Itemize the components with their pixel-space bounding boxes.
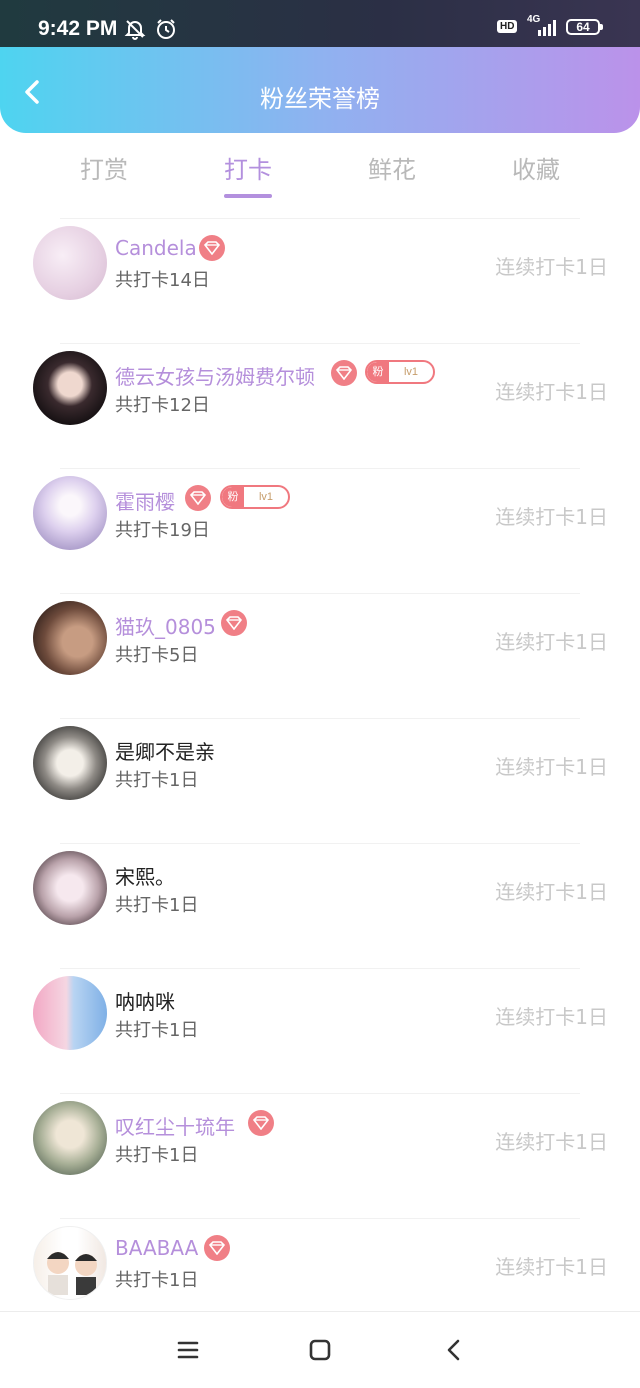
- fan-name: Candela: [115, 236, 197, 260]
- fan-name: 猫玖_0805: [115, 615, 216, 639]
- total-checkins: 共打卡1日: [115, 1020, 199, 1041]
- checkin-streak: 连续打卡1日: [495, 505, 608, 529]
- divider: [60, 968, 580, 969]
- fan-badge-level: lv1: [258, 491, 274, 503]
- system-nav-bar: [0, 1311, 640, 1388]
- total-checkins: 共打卡1日: [115, 1270, 199, 1291]
- fan-ranking-list: Candela 共打卡14日 连续打卡1日 德云女孩与汤姆费尔顿 粉 lv1 共…: [0, 218, 640, 1343]
- tab-flowers[interactable]: 鲜花: [342, 150, 442, 185]
- menu-icon: [177, 1341, 199, 1359]
- avatar[interactable]: [33, 976, 107, 1050]
- divider: [60, 718, 580, 719]
- total-checkins: 共打卡1日: [115, 1145, 199, 1166]
- home-square-icon: [309, 1339, 331, 1361]
- fan-name: 宋熙。: [115, 865, 175, 889]
- divider: [60, 843, 580, 844]
- fan-badge-label: 粉: [367, 362, 389, 382]
- avatar[interactable]: [33, 1226, 107, 1300]
- bell-muted-icon: [124, 18, 146, 44]
- checkin-streak: 连续打卡1日: [495, 380, 608, 404]
- list-item[interactable]: 叹红尘十琉年 共打卡1日 连续打卡1日: [0, 1093, 640, 1218]
- tab-checkin[interactable]: 打卡: [198, 150, 298, 185]
- battery-icon: 64: [566, 19, 603, 35]
- diamond-icon: [331, 360, 357, 386]
- divider: [60, 1218, 580, 1219]
- header-bar: 粉丝荣誉榜: [0, 47, 640, 133]
- fan-name: 是卿不是亲: [115, 740, 215, 764]
- avatar[interactable]: [33, 1101, 107, 1175]
- checkin-streak: 连续打卡1日: [495, 755, 608, 779]
- tab-favorites[interactable]: 收藏: [486, 150, 586, 185]
- diamond-icon: [248, 1110, 274, 1136]
- checkin-streak: 连续打卡1日: [495, 630, 608, 654]
- home-button[interactable]: [306, 1336, 334, 1364]
- checkin-streak: 连续打卡1日: [495, 255, 608, 279]
- checkin-streak: 连续打卡1日: [495, 1255, 608, 1279]
- system-back-button[interactable]: [440, 1336, 468, 1364]
- total-checkins: 共打卡5日: [115, 645, 199, 666]
- avatar[interactable]: [33, 476, 107, 550]
- divider: [60, 593, 580, 594]
- list-item[interactable]: 德云女孩与汤姆费尔顿 粉 lv1 共打卡12日 连续打卡1日: [0, 343, 640, 468]
- avatar[interactable]: [33, 726, 107, 800]
- checkin-streak: 连续打卡1日: [495, 880, 608, 904]
- avatar[interactable]: [33, 601, 107, 675]
- total-checkins: 共打卡1日: [115, 895, 199, 916]
- total-checkins: 共打卡14日: [115, 270, 210, 291]
- tab-bar: 打赏 打卡 鲜花 收藏: [0, 150, 640, 200]
- avatar[interactable]: [33, 351, 107, 425]
- total-checkins: 共打卡1日: [115, 770, 199, 791]
- list-item[interactable]: 呐呐咪 共打卡1日 连续打卡1日: [0, 968, 640, 1093]
- page-title: 粉丝荣誉榜: [260, 85, 380, 113]
- list-item[interactable]: 猫玖_0805 共打卡5日 连续打卡1日: [0, 593, 640, 718]
- fan-name: 霍雨樱: [115, 490, 175, 514]
- avatar-cartoon-icon: [47, 1252, 97, 1295]
- fan-level-badge: 粉 lv1: [220, 485, 290, 509]
- diamond-icon: [199, 235, 225, 261]
- checkin-streak: 连续打卡1日: [495, 1005, 608, 1029]
- avatar[interactable]: [33, 226, 107, 300]
- total-checkins: 共打卡12日: [115, 395, 210, 416]
- list-item[interactable]: 霍雨樱 粉 lv1 共打卡19日 连续打卡1日: [0, 468, 640, 593]
- fan-name: BAABAA: [115, 1236, 199, 1260]
- fan-name: 德云女孩与汤姆费尔顿: [115, 365, 315, 389]
- status-time: 9:42 PM: [38, 17, 118, 40]
- alarm-icon: [155, 18, 177, 44]
- list-item[interactable]: Candela 共打卡14日 连续打卡1日: [0, 218, 640, 343]
- fan-level-badge: 粉 lv1: [365, 360, 435, 384]
- divider: [60, 218, 580, 219]
- divider: [60, 1093, 580, 1094]
- menu-button[interactable]: [174, 1336, 202, 1364]
- tab-reward[interactable]: 打赏: [54, 150, 154, 185]
- list-item[interactable]: 是卿不是亲 共打卡1日 连续打卡1日: [0, 718, 640, 843]
- fan-badge-label: 粉: [222, 487, 244, 507]
- fan-badge-level: lv1: [403, 366, 419, 378]
- divider: [60, 468, 580, 469]
- fan-name: 呐呐咪: [115, 990, 175, 1014]
- fan-name: 叹红尘十琉年: [115, 1115, 235, 1139]
- back-triangle-icon: [447, 1339, 460, 1361]
- list-item[interactable]: 宋熙。 共打卡1日 连续打卡1日: [0, 843, 640, 968]
- total-checkins: 共打卡19日: [115, 520, 210, 541]
- diamond-icon: [221, 610, 247, 636]
- diamond-icon: [204, 1235, 230, 1261]
- hd-icon: HD: [497, 20, 518, 33]
- diamond-icon: [185, 485, 211, 511]
- signal-icon: [536, 18, 560, 40]
- active-tab-indicator: [224, 194, 272, 198]
- divider: [60, 343, 580, 344]
- checkin-streak: 连续打卡1日: [495, 1130, 608, 1154]
- avatar[interactable]: [33, 851, 107, 925]
